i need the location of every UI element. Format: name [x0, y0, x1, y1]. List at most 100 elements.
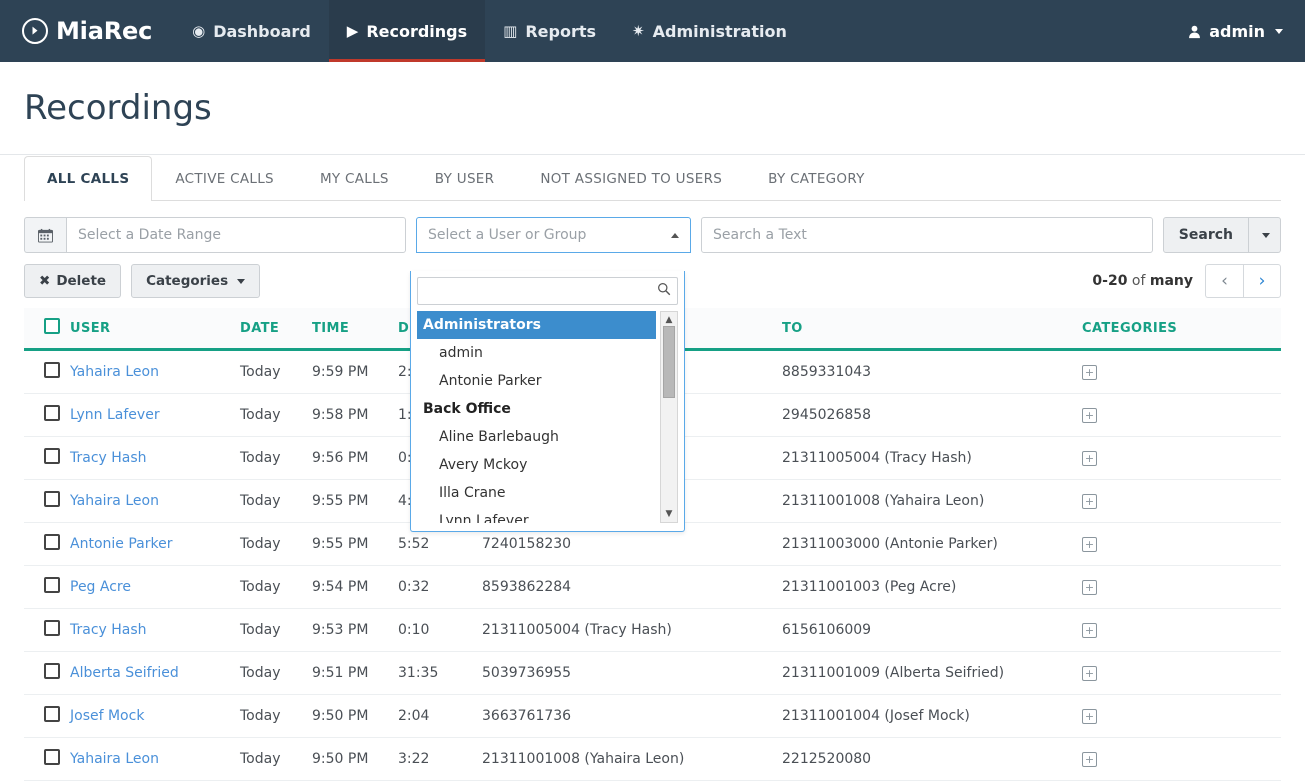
tab-my-calls[interactable]: MY CALLS [297, 156, 412, 200]
user-link[interactable]: Tracy Hash [70, 450, 147, 466]
plus-box-icon[interactable]: + [1082, 666, 1097, 681]
dropdown-option-item[interactable]: admin [417, 339, 656, 367]
row-checkbox[interactable] [44, 448, 60, 464]
tab-by-user[interactable]: BY USER [412, 156, 518, 200]
row-checkbox[interactable] [44, 577, 60, 593]
nav-item-reports[interactable]: ▥ Reports [485, 0, 614, 62]
user-menu-button[interactable]: admin [1187, 22, 1283, 41]
page-title: Recordings [24, 88, 212, 128]
cell-time: 9:55 PM [312, 522, 398, 566]
dropdown-option-item[interactable]: Antonie Parker [417, 367, 656, 395]
cell-date: Today [240, 608, 312, 652]
dropdown-option-item[interactable]: Illa Crane [417, 479, 656, 507]
row-checkbox[interactable] [44, 749, 60, 765]
brand-logo-link[interactable]: MiaRec [0, 0, 174, 62]
table-row[interactable]: Peg Acre Today 9:54 PM 0:32 8593862284 213110… [24, 565, 1281, 609]
search-options-button[interactable] [1249, 217, 1281, 253]
table-row[interactable]: Tracy Hash Today 9:53 PM 0:10 21311005004 (T… [24, 608, 1281, 652]
dropdown-option-item[interactable]: Aline Barlebaugh [417, 423, 656, 451]
cell-time: 9:58 PM [312, 393, 398, 437]
row-checkbox[interactable] [44, 620, 60, 636]
cell-from: 21311001008 (Yahaira Leon) [482, 737, 782, 781]
user-link[interactable]: Yahaira Leon [70, 751, 159, 767]
column-header-to[interactable]: TO [782, 308, 1082, 351]
filter-bar: Select a User or Group Search [0, 201, 1305, 253]
dropdown-option-list[interactable]: Administrators admin Antonie Parker Back Of… [417, 311, 678, 523]
date-range-group [24, 217, 406, 253]
row-checkbox[interactable] [44, 491, 60, 507]
date-range-input[interactable] [66, 217, 406, 253]
dropdown-option-item[interactable]: Avery Mckoy [417, 451, 656, 479]
tab-not-assigned-to-users[interactable]: NOT ASSIGNED TO USERS [517, 156, 745, 200]
plus-box-icon[interactable]: + [1082, 451, 1097, 466]
dropdown-group-item[interactable]: Back Office [417, 395, 656, 423]
row-checkbox[interactable] [44, 534, 60, 550]
cell-date: Today [240, 393, 312, 437]
cell-categories: + [1082, 608, 1281, 652]
prev-page-button[interactable]: ‹ [1205, 264, 1243, 298]
plus-box-icon[interactable]: + [1082, 365, 1097, 380]
dropdown-group-item[interactable]: Administrators [417, 311, 656, 339]
user-link[interactable]: Lynn Lafever [70, 407, 160, 423]
plus-box-icon[interactable]: + [1082, 580, 1097, 595]
table-row[interactable]: Yahaira Leon Today 9:50 PM 3:22 21311001008 … [24, 737, 1281, 781]
delete-button[interactable]: ✖ Delete [24, 264, 122, 298]
user-link[interactable]: Alberta Seifried [70, 665, 179, 681]
column-header-time[interactable]: TIME [312, 308, 398, 351]
cell-user: Tracy Hash [70, 608, 240, 652]
user-link[interactable]: Peg Acre [70, 579, 131, 595]
row-select-cell [24, 651, 70, 695]
scrollbar-thumb[interactable] [663, 326, 675, 398]
row-select-cell [24, 694, 70, 738]
table-row[interactable]: Josef Mock Today 9:50 PM 2:04 3663761736 2131… [24, 694, 1281, 738]
user-group-select[interactable]: Select a User or Group [416, 217, 691, 253]
cell-to: 21311003000 (Antonie Parker) [782, 522, 1082, 566]
tab-by-category[interactable]: BY CATEGORY [745, 156, 888, 200]
dropdown-search-input[interactable] [417, 277, 678, 305]
cell-time: 9:59 PM [312, 349, 398, 394]
cell-user: Yahaira Leon [70, 737, 240, 781]
select-all-checkbox[interactable] [44, 318, 60, 334]
user-link[interactable]: Tracy Hash [70, 622, 147, 638]
row-checkbox[interactable] [44, 706, 60, 722]
row-checkbox[interactable] [44, 405, 60, 421]
search-button[interactable]: Search [1162, 217, 1249, 253]
nav-item-dashboard[interactable]: ◉ Dashboard [174, 0, 329, 62]
user-link[interactable]: Yahaira Leon [70, 493, 159, 509]
categories-button[interactable]: Categories [131, 264, 261, 298]
dropdown-option-item[interactable]: Lynn Lafever [417, 507, 656, 523]
cell-time: 9:54 PM [312, 565, 398, 609]
tab-all-calls[interactable]: ALL CALLS [24, 156, 153, 201]
table-row[interactable]: Alberta Seifried Today 9:51 PM 31:35 5039736… [24, 651, 1281, 695]
cell-categories: + [1082, 479, 1281, 523]
row-checkbox[interactable] [44, 362, 60, 378]
search-text-input[interactable] [701, 217, 1153, 253]
chevron-down-icon [1275, 28, 1283, 34]
user-link[interactable]: Josef Mock [70, 708, 144, 724]
plus-box-icon[interactable]: + [1082, 709, 1097, 724]
next-page-button[interactable]: › [1243, 264, 1281, 298]
plus-box-icon[interactable]: + [1082, 408, 1097, 423]
tab-active-calls[interactable]: ACTIVE CALLS [152, 156, 297, 200]
cell-from: 8593862284 [482, 565, 782, 609]
triangle-down-icon[interactable]: ▼ [661, 508, 677, 520]
user-link[interactable]: Yahaira Leon [70, 364, 159, 380]
column-header-categories[interactable]: CATEGORIES [1082, 308, 1281, 351]
nav-item-recordings[interactable]: ▶ Recordings [328, 0, 486, 62]
plus-box-icon[interactable]: + [1082, 623, 1097, 638]
nav-item-administration[interactable]: ✷ Administration [614, 0, 805, 62]
plus-box-icon[interactable]: + [1082, 494, 1097, 509]
plus-box-icon[interactable]: + [1082, 752, 1097, 767]
row-checkbox[interactable] [44, 663, 60, 679]
triangle-up-icon[interactable]: ▲ [661, 314, 677, 326]
column-header-date[interactable]: DATE [240, 308, 312, 351]
column-header-user[interactable]: USER [70, 308, 240, 351]
cell-to: 2945026858 [782, 393, 1082, 437]
calendar-icon[interactable] [24, 217, 66, 253]
plus-box-icon[interactable]: + [1082, 537, 1097, 552]
nav-item-label: Administration [652, 21, 787, 41]
cell-from: 5039736955 [482, 651, 782, 695]
user-link[interactable]: Antonie Parker [70, 536, 172, 552]
cell-duration: 3:22 [398, 737, 482, 781]
dropdown-scrollbar[interactable]: ▲ ▼ [660, 311, 678, 523]
